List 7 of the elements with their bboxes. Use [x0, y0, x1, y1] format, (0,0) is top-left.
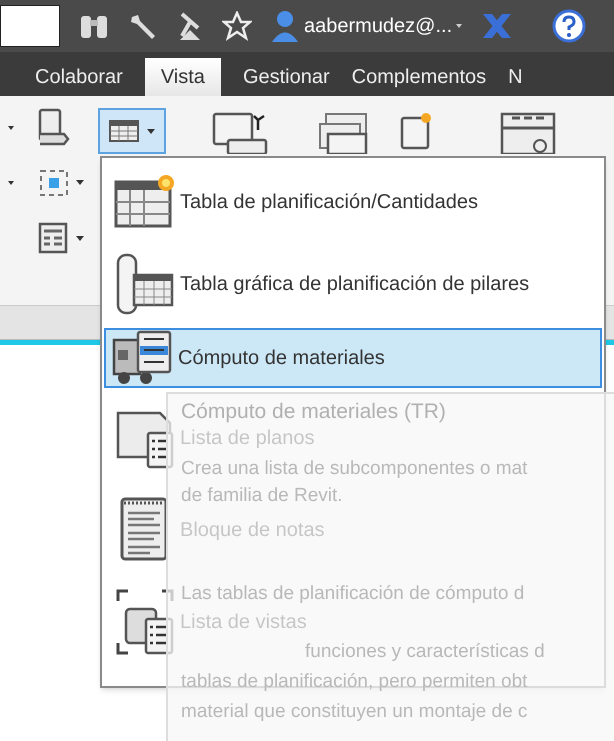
tooltip-text: Crea una lista de subcomponentes o mat — [181, 457, 528, 480]
tooltip-text: tablas de planificación, pero permiten obt — [181, 670, 528, 693]
tooltip-text: de familia de Revit. — [181, 484, 343, 507]
tooltip-title: Cómputo de materiales (TR) — [181, 400, 447, 423]
tooltip-text: Las tablas de planificación de cómputo d — [181, 582, 524, 605]
tooltip-text: material que constituyen un montaje de c — [181, 700, 528, 723]
tooltip-text: funciones y características d — [305, 640, 545, 663]
